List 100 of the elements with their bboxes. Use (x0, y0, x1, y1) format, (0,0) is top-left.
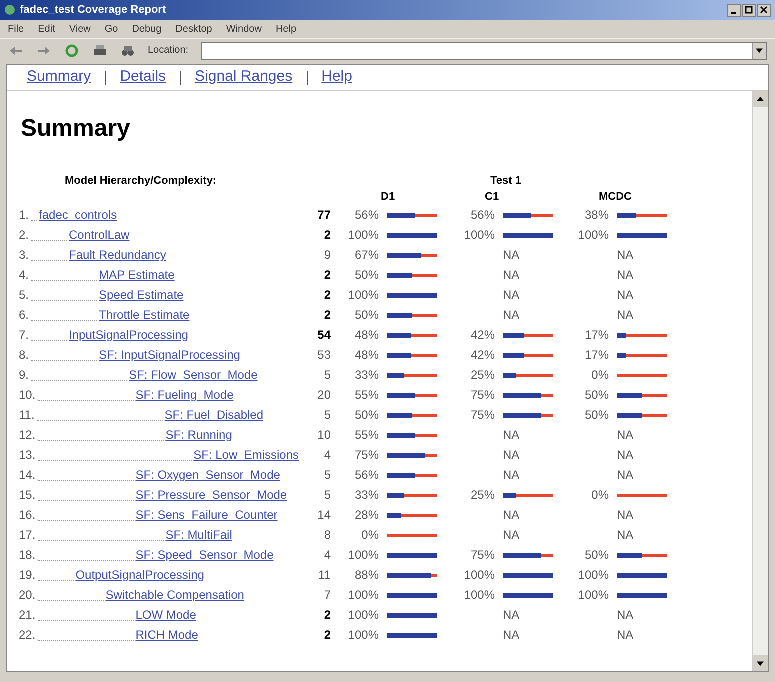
not-applicable-text: NA (503, 627, 521, 644)
nav-link[interactable]: Help (322, 66, 352, 89)
not-applicable-text: NA (503, 267, 521, 284)
location-field[interactable] (200, 42, 767, 60)
model-link[interactable]: SF: Running (166, 426, 232, 444)
coverage-percent: 55% (354, 427, 380, 444)
model-link[interactable]: InputSignalProcessing (69, 326, 188, 344)
coverage-percent: 56% (354, 207, 380, 224)
row-number: 14. (19, 467, 36, 484)
coverage-percent: 56% (470, 207, 496, 224)
coverage-percent: 100% (577, 567, 610, 584)
nav-link[interactable]: Summary (27, 66, 92, 89)
page-heading: Summary (21, 114, 132, 144)
model-link[interactable]: SF: Speed_Sensor_Mode (136, 546, 274, 564)
model-link[interactable]: Speed Estimate (99, 286, 184, 304)
coverage-percent: 100% (347, 627, 380, 644)
model-link[interactable]: SF: MultiFail (166, 526, 232, 544)
complexity-value: 5 (323, 487, 332, 504)
model-link[interactable]: SF: Fuel_Disabled (164, 406, 264, 424)
model-link[interactable]: Switchable Compensation (106, 586, 244, 604)
not-applicable-text: NA (503, 427, 521, 444)
complexity-value: 4 (323, 547, 332, 564)
coverage-percent: 55% (354, 387, 380, 404)
complexity-value: 77 (316, 207, 332, 224)
coverage-percent: 75% (470, 407, 496, 424)
menu-item[interactable]: Window (226, 22, 262, 36)
maximize-icon (745, 6, 753, 14)
model-link[interactable]: SF: InputSignalProcessing (99, 346, 240, 364)
model-link[interactable]: OutputSignalProcessing (76, 566, 204, 584)
coverage-percent: 100% (347, 287, 380, 304)
dropdown-button[interactable] (752, 42, 766, 58)
menu-item[interactable]: Go (104, 22, 118, 36)
coverage-percent: 75% (470, 387, 496, 404)
menu-item[interactable]: File (8, 22, 24, 36)
model-link[interactable]: LOW Mode (136, 606, 196, 624)
complexity-value: 8 (323, 527, 332, 544)
menu-item[interactable]: Desktop (176, 22, 212, 36)
coverage-percent: 100% (463, 227, 496, 244)
model-link[interactable]: SF: Low_Emissions (194, 446, 299, 464)
nav-link[interactable]: Details (120, 66, 166, 89)
model-link[interactable]: SF: Oxygen_Sensor_Mode (136, 466, 280, 484)
nav-link[interactable]: Signal Ranges (195, 66, 293, 89)
model-link[interactable]: Fault Redundancy (69, 246, 166, 264)
complexity-value: 7 (323, 587, 332, 604)
menu-item[interactable]: Debug (132, 22, 162, 36)
model-link[interactable]: Throttle Estimate (99, 306, 190, 324)
row-number: 17. (19, 527, 36, 544)
maximize-button[interactable] (742, 4, 756, 16)
row-number: 11. (19, 407, 35, 424)
scrollbar[interactable] (752, 91, 768, 671)
coverage-percent: 42% (470, 347, 496, 364)
complexity-value: 2 (323, 287, 332, 304)
column-header: Model Hierarchy/Complexity: (64, 174, 218, 189)
model-link[interactable]: MAP Estimate (99, 266, 175, 284)
not-applicable-text: NA (617, 627, 635, 644)
not-applicable-text: NA (503, 607, 521, 624)
row-number: 3. (19, 247, 30, 264)
row-number: 15. (19, 487, 36, 504)
not-applicable-text: NA (503, 247, 521, 264)
row-number: 20. (19, 587, 36, 604)
scroll-up-button[interactable] (753, 91, 768, 107)
model-link[interactable]: fadec_controls (39, 206, 118, 224)
complexity-value: 9 (323, 247, 332, 264)
coverage-percent: 38% (584, 207, 610, 224)
complexity-value: 54 (316, 327, 332, 344)
model-link[interactable]: SF: Sens_Failure_Counter (136, 506, 278, 524)
coverage-percent: 100% (577, 227, 610, 244)
menu-item[interactable]: View (69, 22, 91, 36)
model-link[interactable]: RICH Mode (136, 626, 198, 644)
coverage-percent: 100% (347, 607, 380, 624)
scroll-down-button[interactable] (753, 655, 768, 671)
menu-item[interactable]: Edit (38, 22, 56, 36)
not-applicable-text: NA (617, 307, 635, 324)
row-number: 7. (19, 327, 30, 344)
coverage-percent: 88% (354, 567, 380, 584)
row-number: 13. (19, 447, 36, 464)
coverage-percent: 48% (354, 327, 380, 344)
menu-item[interactable]: Help (276, 22, 297, 36)
minimize-button[interactable] (727, 4, 741, 16)
row-number: 18. (19, 547, 36, 564)
coverage-percent: 100% (347, 587, 380, 604)
not-applicable-text: NA (503, 507, 521, 524)
caret-icon (756, 47, 763, 54)
complexity-value: 10 (316, 427, 332, 444)
up-arrow-icon (757, 96, 764, 102)
column-header: D1 (380, 190, 396, 205)
coverage-percent: 50% (354, 267, 380, 284)
model-link[interactable]: SF: Pressure_Sensor_Mode (136, 486, 288, 504)
row-number: 5. (19, 287, 30, 304)
model-link[interactable]: ControlLaw (69, 226, 130, 244)
row-number: 19. (19, 567, 36, 584)
model-link[interactable]: SF: Flow_Sensor_Mode (129, 366, 258, 384)
complexity-value: 20 (316, 387, 332, 404)
coverage-percent: 50% (584, 387, 610, 404)
not-applicable-text: NA (617, 247, 635, 264)
coverage-percent: 50% (584, 547, 610, 564)
not-applicable-text: NA (617, 527, 635, 544)
model-link[interactable]: SF: Fueling_Mode (136, 386, 234, 404)
not-applicable-text: NA (617, 447, 635, 464)
close-button[interactable] (757, 4, 771, 16)
